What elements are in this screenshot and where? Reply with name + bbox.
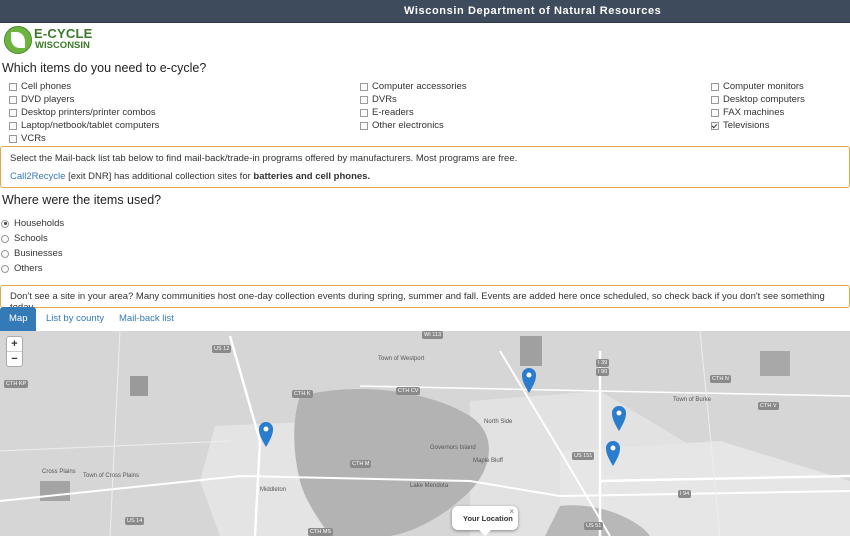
- checkbox-label: Computer accessories: [372, 81, 467, 92]
- your-location-popup: Your Location ×: [452, 506, 518, 536]
- collection-sites-map[interactable]: Town of Westport Town of Burke North Sid…: [0, 331, 850, 536]
- view-tabs: Map List by county Mail-back list: [0, 307, 850, 331]
- map-markers: [259, 368, 626, 466]
- checkbox-box[interactable]: [360, 82, 368, 91]
- checkbox-label: Televisions: [723, 120, 770, 131]
- checkbox-label: Other electronics: [372, 120, 444, 131]
- item-checkbox[interactable]: Cell phones: [9, 81, 71, 92]
- mailback-notice-text: Select the Mail-back list tab below to f…: [10, 153, 518, 164]
- call2recycle-bold: batteries and cell phones.: [253, 171, 371, 182]
- checkbox-box[interactable]: [711, 82, 719, 91]
- checkbox-label: Desktop printers/printer combos: [21, 107, 156, 118]
- zoom-out-button[interactable]: −: [7, 352, 22, 366]
- radio-button[interactable]: [1, 219, 9, 228]
- checkbox-box[interactable]: [360, 121, 368, 130]
- location-question: Where were the items used?: [2, 193, 162, 207]
- location-radio[interactable]: Schools: [1, 233, 48, 244]
- popup-close-button[interactable]: ×: [509, 507, 514, 516]
- checkbox-label: Laptop/netbook/tablet computers: [21, 120, 160, 131]
- zoom-in-button[interactable]: +: [7, 337, 22, 352]
- item-checkbox[interactable]: Computer monitors: [711, 81, 804, 92]
- logo-text-line2: WISCONSIN: [35, 40, 90, 51]
- item-checkbox[interactable]: Other electronics: [360, 120, 444, 131]
- location-radio[interactable]: Others: [1, 263, 43, 274]
- checkbox-box[interactable]: [9, 95, 17, 104]
- checkbox-box[interactable]: [9, 121, 17, 130]
- site-marker: [259, 422, 273, 447]
- tab-mail-back-list[interactable]: Mail-back list: [119, 307, 174, 331]
- radio-button[interactable]: [1, 249, 9, 258]
- tab-map[interactable]: Map: [0, 307, 37, 331]
- items-question: Which items do you need to e-cycle?: [2, 61, 207, 75]
- call2recycle-mid: [exit DNR] has additional collection sit…: [65, 171, 254, 182]
- checkbox-label: Desktop computers: [723, 94, 805, 105]
- site-marker: [612, 406, 626, 431]
- zoom-control: + −: [6, 336, 23, 367]
- mailback-notice: Select the Mail-back list tab below to f…: [0, 146, 850, 188]
- checkbox-box[interactable]: [711, 95, 719, 104]
- site-header: Wisconsin Department of Natural Resource…: [0, 0, 850, 23]
- item-checkbox[interactable]: VCRs: [9, 133, 46, 144]
- checkbox-box[interactable]: [9, 134, 17, 143]
- checkbox-box[interactable]: [9, 108, 17, 117]
- checkbox-box[interactable]: [711, 121, 719, 130]
- tab-list-by-county[interactable]: List by county: [46, 307, 104, 331]
- checkbox-box[interactable]: [360, 108, 368, 117]
- popup-text: Your Location: [463, 514, 513, 523]
- location-radio[interactable]: Businesses: [1, 248, 63, 259]
- logo-text-line1: E-CYCLE: [34, 26, 93, 41]
- item-checkbox[interactable]: Desktop computers: [711, 94, 805, 105]
- checkbox-label: E-readers: [372, 107, 414, 118]
- checkbox-label: DVD players: [21, 94, 75, 105]
- events-notice: Don't see a site in your area? Many comm…: [0, 285, 850, 313]
- checkbox-box[interactable]: [360, 95, 368, 104]
- checkbox-box[interactable]: [711, 108, 719, 117]
- radio-label: Others: [14, 263, 43, 274]
- checkbox-label: DVRs: [372, 94, 397, 105]
- site-marker: [522, 368, 536, 393]
- item-checkbox[interactable]: FAX machines: [711, 107, 784, 118]
- recycle-leaf-icon: [4, 26, 32, 54]
- ecycle-logo[interactable]: E-CYCLE WISCONSIN: [4, 25, 99, 54]
- radio-label: Schools: [14, 233, 48, 244]
- item-checkbox[interactable]: Televisions: [711, 120, 769, 131]
- radio-button[interactable]: [1, 234, 9, 243]
- radio-label: Households: [14, 218, 65, 229]
- item-checkbox[interactable]: DVD players: [9, 94, 74, 105]
- checkbox-label: FAX machines: [723, 107, 785, 118]
- checkbox-label: VCRs: [21, 133, 46, 144]
- checkbox-label: Cell phones: [21, 81, 72, 92]
- item-checkbox[interactable]: DVRs: [360, 94, 397, 105]
- checkbox-label: Computer monitors: [723, 81, 804, 92]
- agency-title: Wisconsin Department of Natural Resource…: [404, 5, 662, 17]
- call2recycle-note: Call2Recycle [exit DNR] has additional c…: [10, 171, 370, 182]
- checkbox-box[interactable]: [9, 82, 17, 91]
- item-checkbox[interactable]: Computer accessories: [360, 81, 467, 92]
- item-checkbox[interactable]: E-readers: [360, 107, 414, 118]
- radio-button[interactable]: [1, 264, 9, 273]
- item-checkbox[interactable]: Laptop/netbook/tablet computers: [9, 120, 159, 131]
- site-marker: [606, 441, 620, 466]
- location-radio[interactable]: Households: [1, 218, 64, 229]
- radio-label: Businesses: [14, 248, 63, 259]
- item-checkbox[interactable]: Desktop printers/printer combos: [9, 107, 156, 118]
- call2recycle-link[interactable]: Call2Recycle: [10, 171, 65, 182]
